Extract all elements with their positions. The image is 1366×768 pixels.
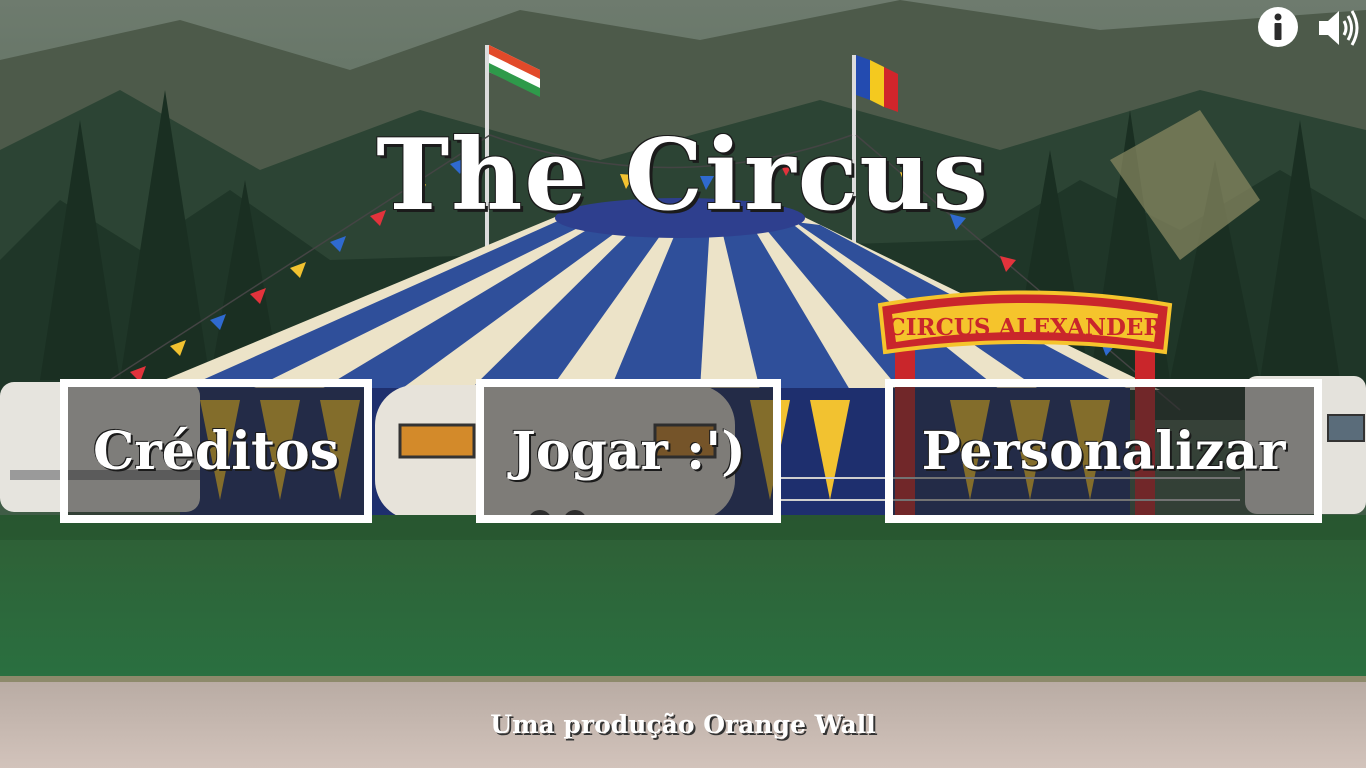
play-button[interactable]: Jogar :') [476, 379, 781, 523]
circus-sign-text: CIRCUS ALEXANDER [887, 314, 1163, 341]
speaker-volume-icon [1319, 10, 1359, 46]
play-button-label: Jogar :') [511, 420, 746, 482]
customize-button[interactable]: Personalizar [885, 379, 1322, 523]
credits-button[interactable]: Créditos [60, 379, 372, 523]
info-icon [1258, 7, 1298, 47]
game-title: The Circus [376, 118, 990, 233]
footer-credit: Uma produção Orange Wall [490, 710, 876, 739]
credits-button-label: Créditos [93, 420, 339, 482]
info-button[interactable] [1257, 6, 1299, 48]
customize-button-label: Personalizar [921, 420, 1286, 482]
sound-button[interactable] [1316, 6, 1362, 50]
